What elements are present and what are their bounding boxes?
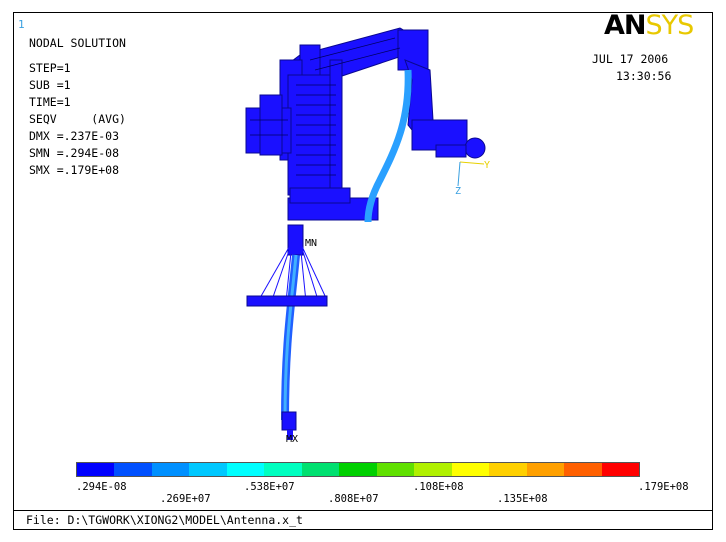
footer-file-path: File: D:\TGWORK\XIONG2\MODEL\Antenna.x_t [26,513,303,527]
triad-z-label: Z [455,186,461,197]
legend-swatch-2 [151,463,190,476]
legend-label-0: .294E-08 [76,481,127,493]
legend-swatch-6 [301,463,340,476]
fem-model[interactable]: MN MX Y Z [0,0,726,542]
legend-swatch-3 [189,463,227,476]
legend-label-6: .179E+08 [638,481,689,493]
legend-label-3: .808E+07 [328,493,379,505]
legend-swatch-0 [77,463,115,476]
coordinate-triad: Y Z [455,160,490,197]
mn-marker: MN [305,238,317,249]
model-lower-mast [281,224,304,440]
legend-swatch-1 [114,463,152,476]
legend-swatch-5 [264,463,302,476]
legend-swatch-4 [226,463,265,476]
legend-label-2: .538E+07 [244,481,295,493]
contour-legend-bar [76,462,640,477]
legend-label-1: .269E+07 [160,493,211,505]
graphics-viewport[interactable]: 1 NODAL SOLUTION STEP=1 SUB =1 TIME=1 SE… [0,0,726,542]
model-curved-strut [364,69,412,223]
model-antenna-plate [246,295,328,307]
mx-marker: MX [286,434,298,445]
legend-swatch-10 [451,463,490,476]
legend-swatch-9 [414,463,452,476]
legend-label-4: .108E+08 [413,481,464,493]
legend-swatch-7 [339,463,377,476]
triad-y-label: Y [484,160,490,171]
legend-label-5: .135E+08 [497,493,548,505]
legend-swatch-14 [601,463,640,476]
legend-swatch-11 [489,463,527,476]
legend-swatch-13 [564,463,602,476]
legend-swatch-12 [526,463,565,476]
legend-swatch-8 [376,463,415,476]
